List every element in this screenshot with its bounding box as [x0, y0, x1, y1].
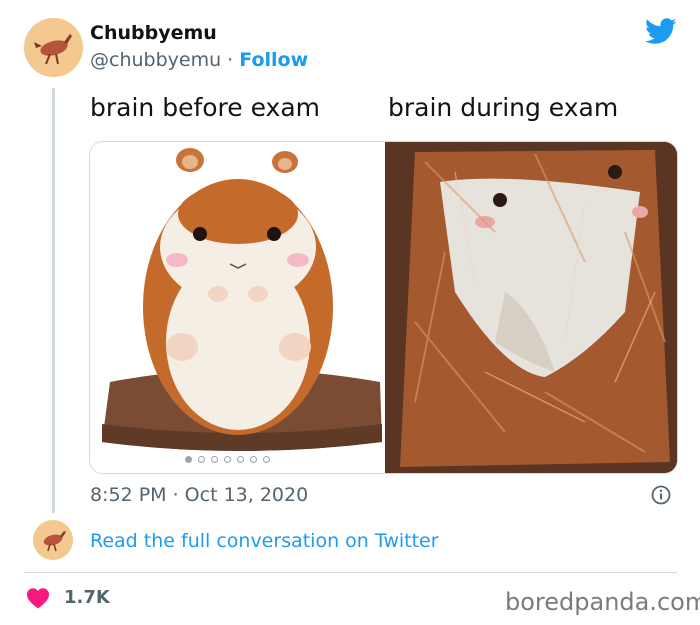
bird-avatar-icon: [33, 520, 73, 560]
bird-avatar-icon: [24, 18, 83, 77]
read-conversation-link[interactable]: Read the full conversation on Twitter: [90, 530, 439, 552]
footer-divider: [24, 572, 677, 573]
thread-line: [52, 88, 55, 513]
vacuum-packed-illustration: [385, 142, 677, 473]
caption-during: brain during exam: [388, 93, 619, 122]
like-count: 1.7K: [64, 587, 110, 608]
carousel-dot[interactable]: [211, 456, 218, 463]
author-name[interactable]: Chubbyemu: [90, 22, 217, 44]
author-handle-line: @chubbyemu · Follow: [90, 49, 308, 71]
carousel-dot[interactable]: [198, 456, 205, 463]
caption-before: brain before exam: [90, 93, 321, 122]
heart-icon[interactable]: [26, 587, 50, 609]
carousel-dot[interactable]: [185, 456, 192, 463]
boredpanda-watermark: boredpanda.com: [505, 588, 700, 616]
carousel-dot[interactable]: [263, 456, 270, 463]
twitter-bird-icon[interactable]: [645, 18, 677, 45]
carousel-dot[interactable]: [237, 456, 244, 463]
carousel-dots[interactable]: [185, 456, 295, 466]
media-card[interactable]: [89, 141, 678, 474]
tweet-timestamp[interactable]: 8:52 PM · Oct 13, 2020: [90, 484, 308, 506]
author-avatar[interactable]: [24, 18, 83, 77]
carousel-dot[interactable]: [224, 456, 231, 463]
author-avatar-small[interactable]: [33, 520, 73, 560]
author-handle[interactable]: @chubbyemu: [90, 49, 221, 71]
handle-separator: ·: [221, 49, 240, 71]
hamster-plush-illustration: [90, 142, 385, 473]
hamster-plush-image[interactable]: [90, 142, 385, 473]
follow-button[interactable]: Follow: [239, 49, 308, 71]
carousel-dot[interactable]: [250, 456, 257, 463]
info-icon[interactable]: [651, 485, 671, 505]
vacuum-packed-plush-image[interactable]: [385, 142, 677, 473]
